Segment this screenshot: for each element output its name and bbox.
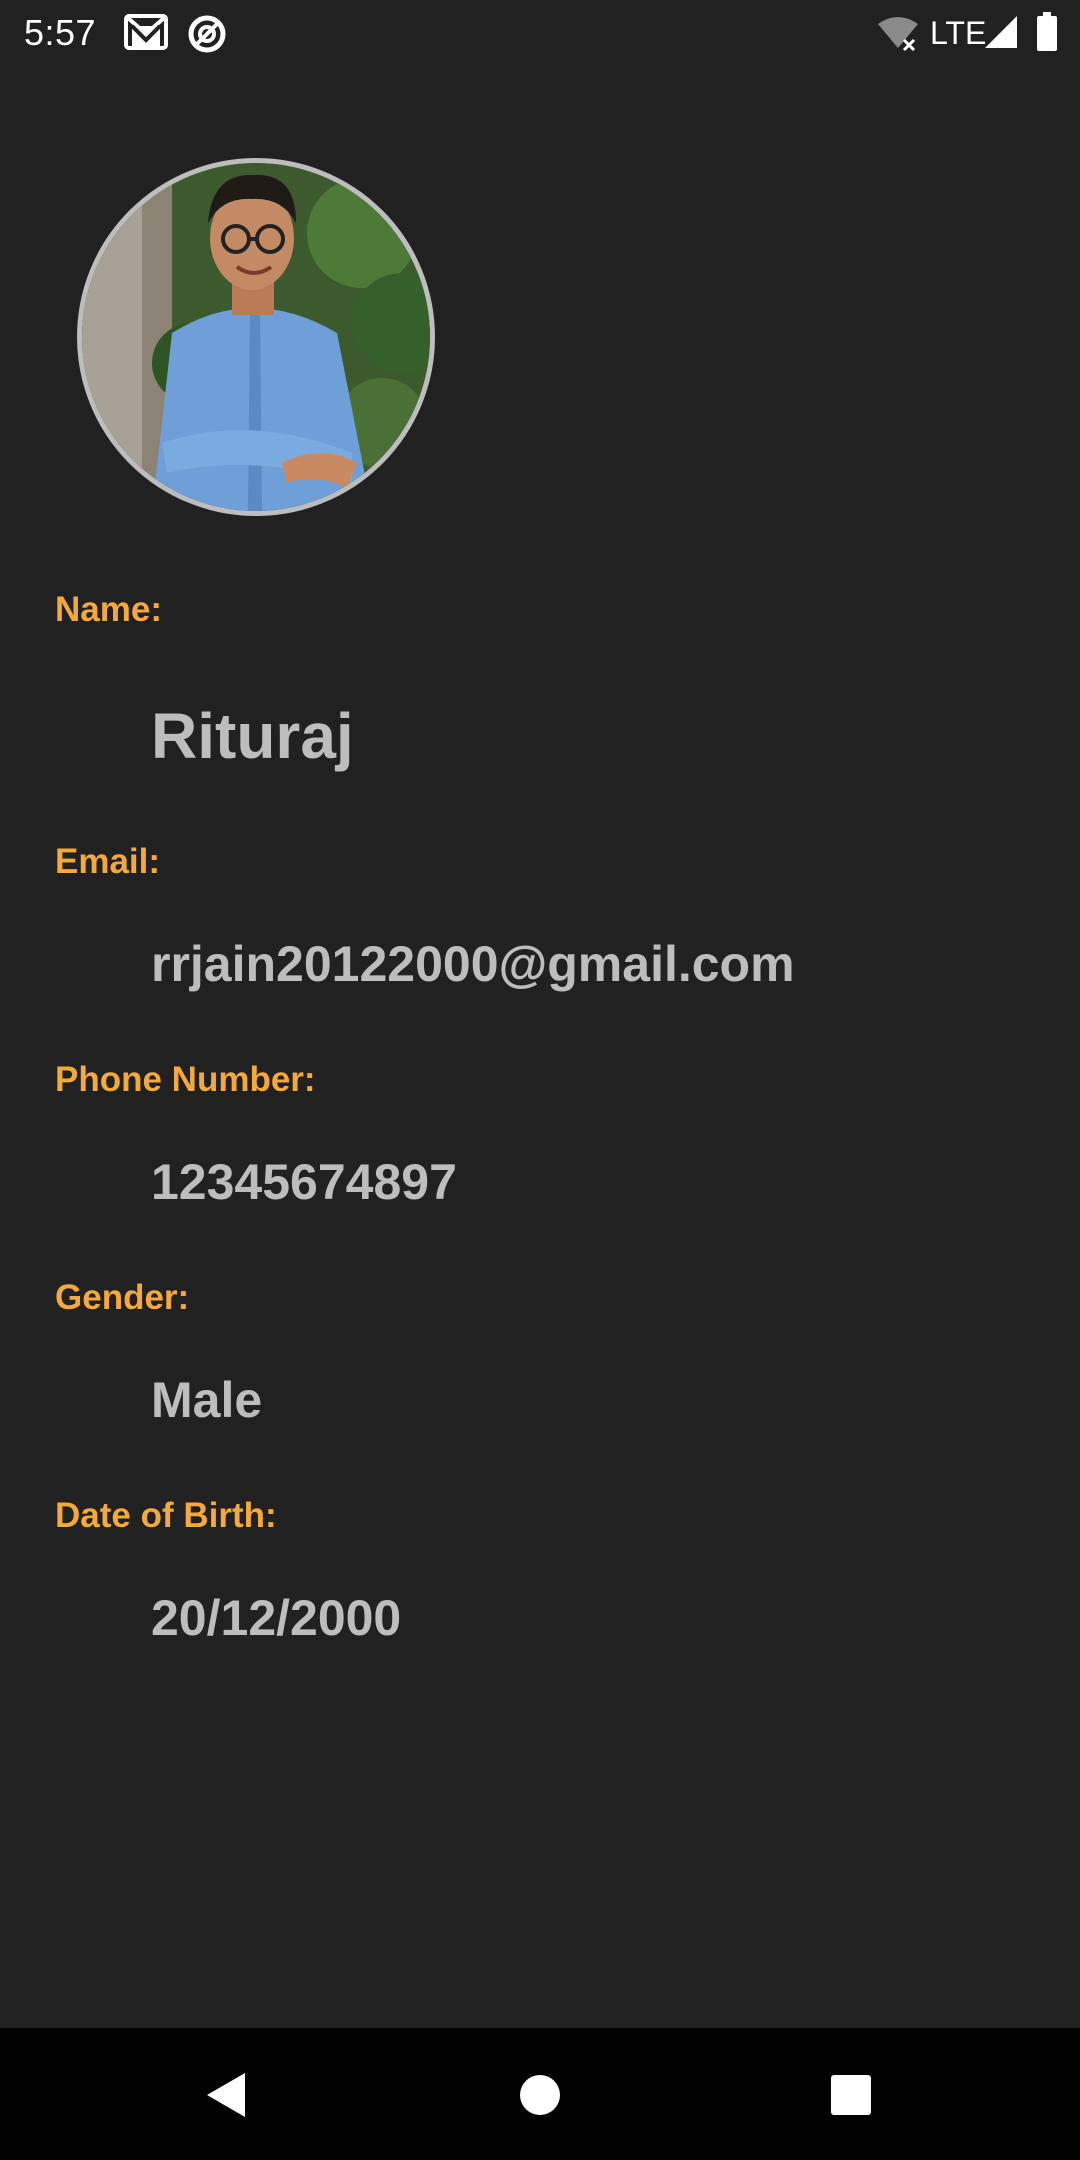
phone-label: Phone Number:	[55, 1060, 316, 1099]
dob-label: Date of Birth:	[55, 1496, 277, 1535]
recents-button[interactable]	[816, 2060, 886, 2130]
network-type: LTE	[930, 15, 987, 51]
recents-icon	[831, 2075, 871, 2115]
profile-avatar	[77, 158, 435, 516]
back-button[interactable]	[190, 2060, 260, 2130]
battery-icon	[1036, 12, 1058, 57]
sync-icon	[187, 14, 227, 59]
gender-label: Gender:	[55, 1278, 190, 1317]
navigation-bar	[0, 2028, 1080, 2160]
email-value: rrjain20122000@gmail.com	[151, 936, 795, 992]
gmail-icon	[124, 14, 168, 55]
signal-icon	[983, 14, 1019, 55]
name-value: Rituraj	[151, 700, 354, 772]
profile-photo	[82, 163, 430, 511]
wifi-off-icon	[876, 16, 920, 57]
email-label: Email:	[55, 842, 161, 881]
profile-screen: 5:57 LTE Name: Rituraj Email: rrjain2012…	[0, 0, 1080, 2160]
name-label: Name:	[55, 590, 162, 629]
home-button[interactable]	[505, 2060, 575, 2130]
home-icon	[520, 2075, 560, 2115]
status-bar: 5:57 LTE	[0, 0, 1080, 66]
dob-value: 20/12/2000	[151, 1590, 402, 1646]
status-time: 5:57	[24, 12, 97, 53]
phone-value: 12345674897	[151, 1154, 457, 1210]
gender-value: Male	[151, 1372, 263, 1428]
back-icon	[207, 2073, 245, 2117]
